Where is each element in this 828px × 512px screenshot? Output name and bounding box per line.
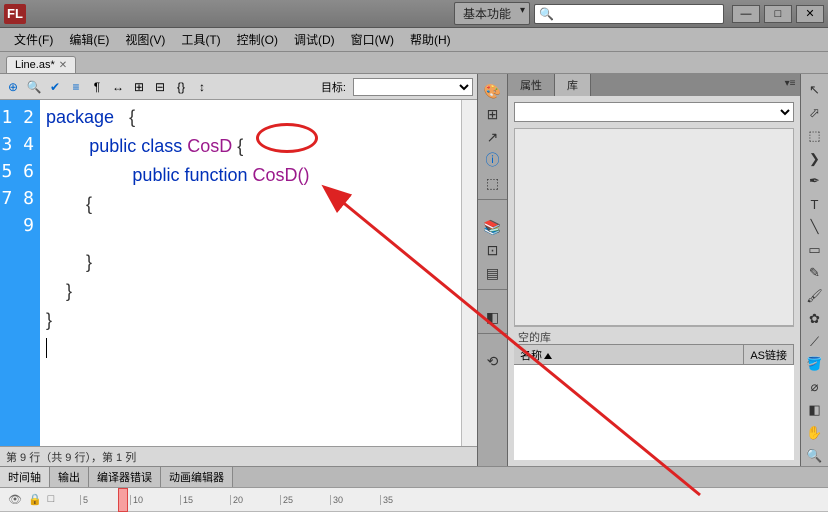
annotation-circle <box>256 123 318 153</box>
expand-icon[interactable]: ↕ <box>193 78 211 96</box>
library-dropdown[interactable] <box>514 102 794 122</box>
bucket-tool-icon[interactable]: 🪣 <box>804 355 826 375</box>
add-icon[interactable]: ⊕ <box>4 78 22 96</box>
code-editor[interactable]: package { public class CosD { public fun… <box>40 100 461 446</box>
tools-panel: ↖ ⬀ ⬚ ❯ ✒ T ╲ ▭ ✎ 🖌 ✿ ⟋ 🪣 ⌀ ◧ ✋ 🔍 <box>800 74 828 466</box>
col-aslink[interactable]: AS链接 <box>744 345 794 364</box>
dock-column: 🎨 ⊞ ↗ ⓘ ⬚ 📚 ⊡ ▤ ◧ ⟲ <box>478 74 508 466</box>
free-transform-tool-icon[interactable]: ⬚ <box>804 126 826 146</box>
library-status: 空的库 <box>514 326 794 344</box>
panel-menu-icon[interactable]: ▾≡ <box>780 74 800 96</box>
tab-timeline[interactable]: 时间轴 <box>0 467 50 487</box>
menu-window[interactable]: 窗口(W) <box>343 28 402 51</box>
library-preview <box>514 128 794 326</box>
library-icon[interactable]: 📚 <box>482 216 504 238</box>
check-icon[interactable]: ✔ <box>46 78 64 96</box>
hint-icon[interactable]: ¶ <box>88 78 106 96</box>
collapse-icon[interactable]: {} <box>172 78 190 96</box>
transform-icon[interactable]: ↗ <box>482 126 504 148</box>
playhead[interactable] <box>118 488 128 512</box>
find-icon[interactable]: 🔍 <box>25 78 43 96</box>
text-tool-icon[interactable]: T <box>804 194 826 214</box>
pencil-tool-icon[interactable]: ✎ <box>804 263 826 283</box>
lasso-tool-icon[interactable]: ❯ <box>804 149 826 169</box>
info-icon[interactable]: ⓘ <box>482 149 504 171</box>
brush-tool-icon[interactable]: 🖌 <box>804 286 826 306</box>
debug-icon[interactable]: ⊟ <box>151 78 169 96</box>
library-list[interactable] <box>514 364 794 460</box>
minimize-button[interactable]: — <box>732 5 760 23</box>
color-icon[interactable]: ◧ <box>482 306 504 328</box>
swatches-icon[interactable]: 🎨 <box>482 80 504 102</box>
line-gutter: 1 2 3 4 5 6 7 8 9 <box>0 100 40 446</box>
statusbar: 第 9 行（共 9 行），第 1 列 <box>0 446 477 466</box>
tab-output[interactable]: 输出 <box>50 467 89 487</box>
tab-motion-editor[interactable]: 动画编辑器 <box>161 467 233 487</box>
subselect-tool-icon[interactable]: ⬀ <box>804 103 826 123</box>
book-icon[interactable]: ⊞ <box>130 78 148 96</box>
tab-compiler-errors[interactable]: 编译器错误 <box>89 467 161 487</box>
lock-icon[interactable]: 🔒 <box>28 493 42 506</box>
pen-tool-icon[interactable]: ✒ <box>804 172 826 192</box>
scrollbar-vertical[interactable] <box>461 100 477 446</box>
goto-icon[interactable]: ↔ <box>109 78 127 96</box>
timeline-ruler[interactable]: 👁 🔒 □ 5 10 15 20 25 30 35 <box>0 487 828 511</box>
tab-properties[interactable]: 属性 <box>508 74 555 96</box>
file-tab[interactable]: Line.as* ✕ <box>6 56 76 73</box>
caret <box>46 338 47 358</box>
menu-debug[interactable]: 调试(D) <box>286 28 343 51</box>
bounds-icon[interactable]: ⬚ <box>482 172 504 194</box>
format-icon[interactable]: ≡ <box>67 78 85 96</box>
eraser-tool-icon[interactable]: ◧ <box>804 400 826 420</box>
eye-icon[interactable]: 👁 <box>8 493 22 506</box>
eyedropper-tool-icon[interactable]: ⌀ <box>804 377 826 397</box>
tab-library[interactable]: 库 <box>555 74 591 96</box>
col-name[interactable]: 名称 <box>514 345 744 364</box>
menu-help[interactable]: 帮助(H) <box>402 28 459 51</box>
menu-control[interactable]: 控制(O) <box>229 28 286 51</box>
zoom-tool-icon[interactable]: 🔍 <box>804 446 826 466</box>
maximize-button[interactable]: □ <box>764 5 792 23</box>
menu-edit[interactable]: 编辑(E) <box>61 28 117 51</box>
target-select[interactable] <box>353 78 473 96</box>
history-icon[interactable]: ⟲ <box>482 350 504 372</box>
close-button[interactable]: ✕ <box>796 5 824 23</box>
bone-tool-icon[interactable]: ⟋ <box>804 332 826 352</box>
video-icon[interactable]: ▤ <box>482 262 504 284</box>
selection-tool-icon[interactable]: ↖ <box>804 80 826 100</box>
close-tab-icon[interactable]: ✕ <box>59 60 67 71</box>
menu-file[interactable]: 文件(F) <box>6 28 61 51</box>
hand-tool-icon[interactable]: ✋ <box>804 423 826 443</box>
menu-view[interactable]: 视图(V) <box>117 28 173 51</box>
components-icon[interactable]: ⊡ <box>482 239 504 261</box>
target-label: 目标: <box>321 79 346 95</box>
search-input[interactable] <box>534 4 724 24</box>
app-icon: FL <box>4 4 26 24</box>
rect-tool-icon[interactable]: ▭ <box>804 240 826 260</box>
menu-tools[interactable]: 工具(T) <box>173 28 228 51</box>
align-icon[interactable]: ⊞ <box>482 103 504 125</box>
outline-icon[interactable]: □ <box>48 493 55 506</box>
deco-tool-icon[interactable]: ✿ <box>804 309 826 329</box>
workspace-dropdown[interactable]: 基本功能 <box>454 2 530 25</box>
file-tab-label: Line.as* <box>15 59 55 71</box>
line-tool-icon[interactable]: ╲ <box>804 217 826 237</box>
